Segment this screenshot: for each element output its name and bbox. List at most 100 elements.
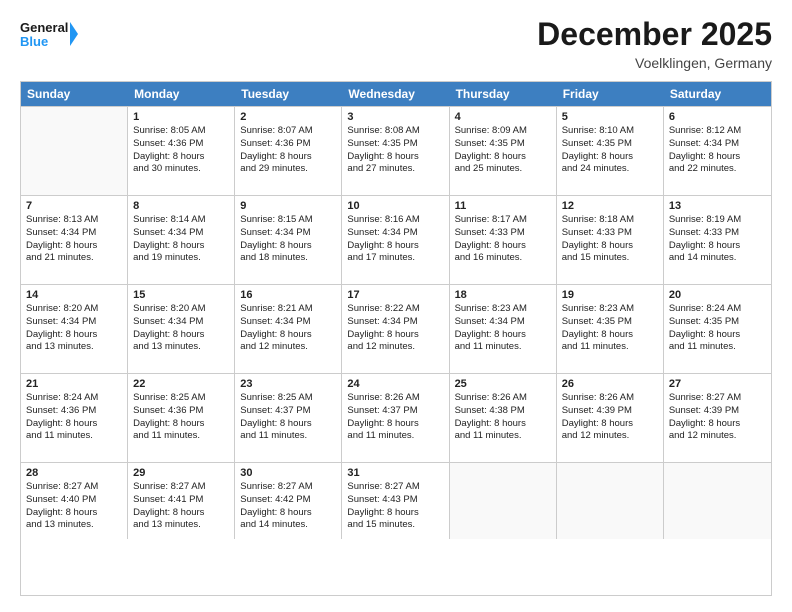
cell-info: Sunrise: 8:26 AMSunset: 4:37 PMDaylight:… [347, 392, 443, 443]
calendar-cell: 2Sunrise: 8:07 AMSunset: 4:36 PMDaylight… [235, 107, 342, 195]
cell-info: Sunrise: 8:08 AMSunset: 4:35 PMDaylight:… [347, 125, 443, 176]
calendar-cell: 10Sunrise: 8:16 AMSunset: 4:34 PMDayligh… [342, 196, 449, 284]
header: General Blue December 2025 Voelklingen, … [20, 16, 772, 71]
cell-info: Sunrise: 8:27 AMSunset: 4:41 PMDaylight:… [133, 481, 229, 532]
cell-date: 21 [26, 378, 122, 390]
calendar-row-3: 21 Sunrise: 8:24 AMSunset: 4:36 PMDayligh… [21, 373, 771, 462]
cell-info: Sunrise: 8:13 AMSunset: 4:34 PMDaylight:… [26, 214, 122, 265]
cell-date: 6 [669, 111, 766, 123]
cell-date: 19 [562, 289, 658, 301]
day-header-tuesday: Tuesday [235, 82, 342, 106]
cell-info: Sunrise: 8:15 AMSunset: 4:34 PMDaylight:… [240, 214, 336, 265]
calendar-cell: 27 Sunrise: 8:27 AMSunset: 4:39 PMDayligh… [664, 374, 771, 462]
calendar-row-0: 1 Sunrise: 8:05 AMSunset: 4:36 PMDaylight… [21, 106, 771, 195]
cell-info: Sunrise: 8:24 AMSunset: 4:36 PMDaylight:… [26, 392, 122, 443]
cell-date: 28 [26, 467, 122, 479]
cell-date: 16 [240, 289, 336, 301]
calendar-cell: 30 Sunrise: 8:27 AMSunset: 4:42 PMDayligh… [235, 463, 342, 539]
cell-date: 25 [455, 378, 551, 390]
cell-date: 18 [455, 289, 551, 301]
calendar-row-1: 7 Sunrise: 8:13 AMSunset: 4:34 PMDaylight… [21, 195, 771, 284]
cell-date: 1 [133, 111, 229, 123]
cell-info: Sunrise: 8:27 AMSunset: 4:42 PMDaylight:… [240, 481, 336, 532]
cell-info: Sunrise: 8:27 AMSunset: 4:40 PMDaylight:… [26, 481, 122, 532]
calendar-body: 1 Sunrise: 8:05 AMSunset: 4:36 PMDaylight… [21, 106, 771, 539]
cell-info: Sunrise: 8:19 AMSunset: 4:33 PMDaylight:… [669, 214, 766, 265]
cell-info: Sunrise: 8:05 AMSunset: 4:36 PMDaylight:… [133, 125, 229, 176]
logo: General Blue [20, 16, 80, 52]
svg-text:Blue: Blue [20, 34, 48, 49]
cell-date: 13 [669, 200, 766, 212]
cell-date: 4 [455, 111, 551, 123]
cell-info: Sunrise: 8:12 AMSunset: 4:34 PMDaylight:… [669, 125, 766, 176]
day-header-friday: Friday [557, 82, 664, 106]
calendar-cell: 22 Sunrise: 8:25 AMSunset: 4:36 PMDayligh… [128, 374, 235, 462]
calendar-cell: 13 Sunrise: 8:19 AMSunset: 4:33 PMDayligh… [664, 196, 771, 284]
cell-date: 7 [26, 200, 122, 212]
calendar-cell: 15Sunrise: 8:20 AMSunset: 4:34 PMDayligh… [128, 285, 235, 373]
cell-date: 29 [133, 467, 229, 479]
calendar-cell: 16 Sunrise: 8:21 AMSunset: 4:34 PMDayligh… [235, 285, 342, 373]
month-title: December 2025 [537, 16, 772, 53]
calendar-cell: 23 Sunrise: 8:25 AMSunset: 4:37 PMDayligh… [235, 374, 342, 462]
page: General Blue December 2025 Voelklingen, … [0, 0, 792, 612]
calendar-header: SundayMondayTuesdayWednesdayThursdayFrid… [21, 82, 771, 106]
calendar: SundayMondayTuesdayWednesdayThursdayFrid… [20, 81, 772, 596]
calendar-cell: 24 Sunrise: 8:26 AMSunset: 4:37 PMDayligh… [342, 374, 449, 462]
calendar-cell: 14 Sunrise: 8:20 AMSunset: 4:34 PMDayligh… [21, 285, 128, 373]
cell-date: 3 [347, 111, 443, 123]
cell-date: 15 [133, 289, 229, 301]
cell-date: 26 [562, 378, 658, 390]
day-header-monday: Monday [128, 82, 235, 106]
cell-info: Sunrise: 8:09 AMSunset: 4:35 PMDaylight:… [455, 125, 551, 176]
cell-info: Sunrise: 8:18 AMSunset: 4:33 PMDaylight:… [562, 214, 658, 265]
cell-date: 5 [562, 111, 658, 123]
cell-info: Sunrise: 8:26 AMSunset: 4:39 PMDaylight:… [562, 392, 658, 443]
calendar-cell: 8Sunrise: 8:14 AMSunset: 4:34 PMDaylight… [128, 196, 235, 284]
logo-svg: General Blue [20, 16, 80, 52]
calendar-cell: 26 Sunrise: 8:26 AMSunset: 4:39 PMDayligh… [557, 374, 664, 462]
cell-info: Sunrise: 8:07 AMSunset: 4:36 PMDaylight:… [240, 125, 336, 176]
cell-info: Sunrise: 8:27 AMSunset: 4:39 PMDaylight:… [669, 392, 766, 443]
cell-date: 31 [347, 467, 443, 479]
cell-date: 22 [133, 378, 229, 390]
cell-info: Sunrise: 8:20 AMSunset: 4:34 PMDaylight:… [26, 303, 122, 354]
day-header-wednesday: Wednesday [342, 82, 449, 106]
cell-info: Sunrise: 8:25 AMSunset: 4:36 PMDaylight:… [133, 392, 229, 443]
cell-date: 9 [240, 200, 336, 212]
cell-date: 24 [347, 378, 443, 390]
calendar-cell: 17 Sunrise: 8:22 AMSunset: 4:34 PMDayligh… [342, 285, 449, 373]
calendar-cell: 28 Sunrise: 8:27 AMSunset: 4:40 PMDayligh… [21, 463, 128, 539]
svg-text:General: General [20, 20, 68, 35]
calendar-cell: 1 Sunrise: 8:05 AMSunset: 4:36 PMDaylight… [128, 107, 235, 195]
calendar-cell [557, 463, 664, 539]
day-header-thursday: Thursday [450, 82, 557, 106]
calendar-cell: 7 Sunrise: 8:13 AMSunset: 4:34 PMDaylight… [21, 196, 128, 284]
cell-date: 10 [347, 200, 443, 212]
cell-date: 30 [240, 467, 336, 479]
cell-date: 27 [669, 378, 766, 390]
cell-info: Sunrise: 8:21 AMSunset: 4:34 PMDaylight:… [240, 303, 336, 354]
cell-info: Sunrise: 8:25 AMSunset: 4:37 PMDaylight:… [240, 392, 336, 443]
cell-info: Sunrise: 8:26 AMSunset: 4:38 PMDaylight:… [455, 392, 551, 443]
calendar-cell: 9 Sunrise: 8:15 AMSunset: 4:34 PMDaylight… [235, 196, 342, 284]
calendar-cell: 31 Sunrise: 8:27 AMSunset: 4:43 PMDayligh… [342, 463, 449, 539]
calendar-cell [664, 463, 771, 539]
cell-info: Sunrise: 8:14 AMSunset: 4:34 PMDaylight:… [133, 214, 229, 265]
cell-info: Sunrise: 8:22 AMSunset: 4:34 PMDaylight:… [347, 303, 443, 354]
cell-date: 17 [347, 289, 443, 301]
cell-date: 23 [240, 378, 336, 390]
calendar-cell [450, 463, 557, 539]
cell-date: 20 [669, 289, 766, 301]
location: Voelklingen, Germany [537, 55, 772, 71]
calendar-cell: 21 Sunrise: 8:24 AMSunset: 4:36 PMDayligh… [21, 374, 128, 462]
calendar-row-4: 28 Sunrise: 8:27 AMSunset: 4:40 PMDayligh… [21, 462, 771, 539]
calendar-cell: 29 Sunrise: 8:27 AMSunset: 4:41 PMDayligh… [128, 463, 235, 539]
cell-info: Sunrise: 8:23 AMSunset: 4:34 PMDaylight:… [455, 303, 551, 354]
cell-date: 14 [26, 289, 122, 301]
cell-info: Sunrise: 8:24 AMSunset: 4:35 PMDaylight:… [669, 303, 766, 354]
calendar-cell: 12Sunrise: 8:18 AMSunset: 4:33 PMDayligh… [557, 196, 664, 284]
cell-info: Sunrise: 8:27 AMSunset: 4:43 PMDaylight:… [347, 481, 443, 532]
cell-info: Sunrise: 8:23 AMSunset: 4:35 PMDaylight:… [562, 303, 658, 354]
calendar-cell: 19 Sunrise: 8:23 AMSunset: 4:35 PMDayligh… [557, 285, 664, 373]
